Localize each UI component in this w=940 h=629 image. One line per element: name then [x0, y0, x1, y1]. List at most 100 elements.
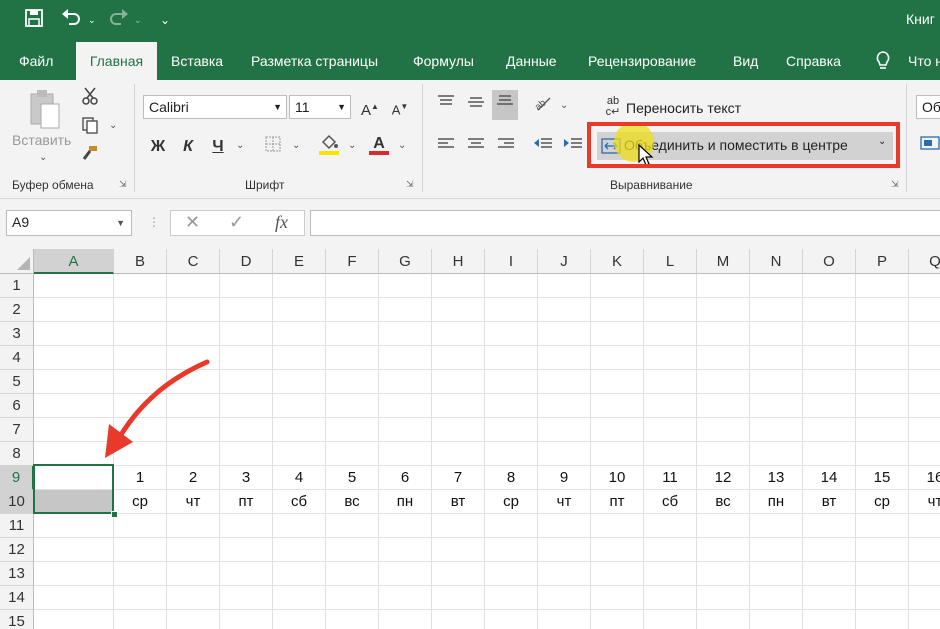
cell-a1[interactable] [34, 274, 114, 298]
row-header-9[interactable]: 9 [0, 466, 34, 490]
font-color-dropdown-icon[interactable]: ⌄ [398, 140, 406, 151]
cell-h9[interactable]: 7 [432, 466, 485, 490]
cell-j8[interactable] [538, 442, 591, 466]
tab-home[interactable]: Главная [76, 42, 157, 80]
orientation-dropdown-icon[interactable]: ⌄ [560, 100, 568, 111]
tab-file[interactable]: Файл [19, 42, 53, 80]
cell-m4[interactable] [697, 346, 750, 370]
cell-p2[interactable] [856, 298, 909, 322]
undo-dropdown-icon[interactable]: ⌄ [88, 8, 96, 32]
column-header-o[interactable]: O [803, 249, 856, 274]
column-header-d[interactable]: D [220, 249, 273, 274]
cell-k1[interactable] [591, 274, 644, 298]
font-name-select[interactable]: Calibri ▼ [143, 95, 287, 119]
cell-k11[interactable] [591, 514, 644, 538]
column-header-q[interactable]: Q [909, 249, 940, 274]
column-header-p[interactable]: P [856, 249, 909, 274]
italic-button[interactable]: К [178, 135, 198, 159]
cell-b15[interactable] [114, 610, 167, 629]
row-header-11[interactable]: 11 [0, 514, 34, 538]
cell-j1[interactable] [538, 274, 591, 298]
cell-o13[interactable] [803, 562, 856, 586]
cell-l14[interactable] [644, 586, 697, 610]
cell-o4[interactable] [803, 346, 856, 370]
cell-m6[interactable] [697, 394, 750, 418]
cell-k8[interactable] [591, 442, 644, 466]
cell-g13[interactable] [379, 562, 432, 586]
cell-m15[interactable] [697, 610, 750, 629]
clipboard-launcher-icon[interactable]: ⇲ [119, 179, 129, 189]
cell-a11[interactable] [34, 514, 114, 538]
cell-f12[interactable] [326, 538, 379, 562]
cell-b11[interactable] [114, 514, 167, 538]
cell-e13[interactable] [273, 562, 326, 586]
cell-h6[interactable] [432, 394, 485, 418]
cell-q6[interactable] [909, 394, 940, 418]
cell-d11[interactable] [220, 514, 273, 538]
decrease-indent-icon[interactable] [532, 135, 554, 159]
cell-o5[interactable] [803, 370, 856, 394]
cell-d15[interactable] [220, 610, 273, 629]
cell-h10[interactable]: вт [432, 490, 485, 514]
cell-l2[interactable] [644, 298, 697, 322]
cell-e1[interactable] [273, 274, 326, 298]
cell-j13[interactable] [538, 562, 591, 586]
cell-j2[interactable] [538, 298, 591, 322]
cell-q2[interactable] [909, 298, 940, 322]
fill-color-icon[interactable] [318, 132, 340, 156]
cell-f10[interactable]: вс [326, 490, 379, 514]
lightbulb-icon[interactable] [874, 42, 892, 80]
cell-l7[interactable] [644, 418, 697, 442]
paste-button[interactable]: Вставить [12, 132, 71, 148]
cell-g5[interactable] [379, 370, 432, 394]
cell-g12[interactable] [379, 538, 432, 562]
cell-n11[interactable] [750, 514, 803, 538]
cell-p14[interactable] [856, 586, 909, 610]
cell-b12[interactable] [114, 538, 167, 562]
cell-m7[interactable] [697, 418, 750, 442]
column-header-b[interactable]: B [114, 249, 167, 274]
customize-toolbar-icon[interactable]: ⌄ [160, 8, 170, 32]
cell-k14[interactable] [591, 586, 644, 610]
cell-p12[interactable] [856, 538, 909, 562]
cell-c12[interactable] [167, 538, 220, 562]
cell-p5[interactable] [856, 370, 909, 394]
row-header-13[interactable]: 13 [0, 562, 34, 586]
cell-c14[interactable] [167, 586, 220, 610]
cell-d12[interactable] [220, 538, 273, 562]
cell-i2[interactable] [485, 298, 538, 322]
cell-m2[interactable] [697, 298, 750, 322]
cell-o3[interactable] [803, 322, 856, 346]
cell-q13[interactable] [909, 562, 940, 586]
cell-o2[interactable] [803, 298, 856, 322]
cell-c9[interactable]: 2 [167, 466, 220, 490]
cell-g1[interactable] [379, 274, 432, 298]
cell-e9[interactable]: 4 [273, 466, 326, 490]
cell-f11[interactable] [326, 514, 379, 538]
cell-b3[interactable] [114, 322, 167, 346]
insert-function-icon[interactable]: fx [275, 212, 288, 233]
cell-j5[interactable] [538, 370, 591, 394]
cell-q9[interactable]: 16 [909, 466, 940, 490]
cell-a14[interactable] [34, 586, 114, 610]
cell-d5[interactable] [220, 370, 273, 394]
cell-f15[interactable] [326, 610, 379, 629]
cell-q8[interactable] [909, 442, 940, 466]
column-header-k[interactable]: K [591, 249, 644, 274]
cell-d13[interactable] [220, 562, 273, 586]
align-middle-icon[interactable] [466, 94, 486, 118]
cell-o6[interactable] [803, 394, 856, 418]
wrap-text-button[interactable]: Переносить текст [626, 100, 741, 116]
tab-data[interactable]: Данные [506, 42, 557, 80]
cell-i3[interactable] [485, 322, 538, 346]
cell-f9[interactable]: 5 [326, 466, 379, 490]
column-header-e[interactable]: E [273, 249, 326, 274]
cell-i9[interactable]: 8 [485, 466, 538, 490]
cell-g9[interactable]: 6 [379, 466, 432, 490]
align-top-icon[interactable] [436, 94, 456, 118]
cell-j11[interactable] [538, 514, 591, 538]
tab-insert[interactable]: Вставка [171, 42, 223, 80]
cell-c15[interactable] [167, 610, 220, 629]
alignment-launcher-icon[interactable]: ⇲ [891, 179, 901, 189]
cell-p3[interactable] [856, 322, 909, 346]
